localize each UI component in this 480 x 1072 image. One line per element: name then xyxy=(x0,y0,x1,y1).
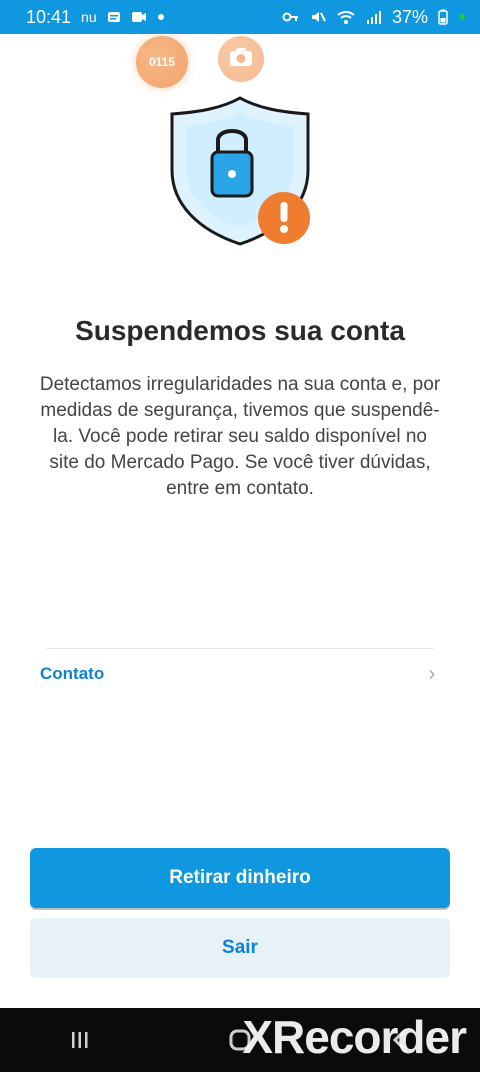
status-time: 10:41 xyxy=(26,6,72,27)
status-left: 10:41 nu xyxy=(26,7,165,28)
dot-icon xyxy=(157,13,165,21)
withdraw-money-label: Retirar dinheiro xyxy=(169,867,311,888)
chevron-right-icon[interactable]: › xyxy=(424,664,440,684)
green-dot-icon xyxy=(458,13,466,21)
camera-icon xyxy=(228,46,254,73)
divider xyxy=(46,648,434,649)
battery-icon xyxy=(438,9,448,25)
video-icon xyxy=(131,10,147,24)
xrecorder-watermark: XRecorder xyxy=(242,1011,467,1063)
page-title: Suspendemos sua conta xyxy=(75,315,405,346)
exit-button[interactable]: Sair xyxy=(30,918,450,978)
key-icon xyxy=(282,11,300,23)
contact-link[interactable]: Contato xyxy=(40,664,104,684)
security-illustration xyxy=(162,92,318,252)
status-bar: 10:41 nu 37% xyxy=(0,0,480,34)
status-right: 37% xyxy=(282,7,466,28)
system-nav-bar: XRecorder xyxy=(0,1008,480,1072)
floating-badge-text: 0115 xyxy=(148,55,176,69)
notification-icon xyxy=(107,10,121,24)
floating-badge: 0115 xyxy=(136,36,188,88)
wifi-icon xyxy=(336,9,356,25)
battery-percentage: 37% xyxy=(391,6,428,27)
withdraw-money-button[interactable]: Retirar dinheiro xyxy=(30,848,450,908)
contact-row[interactable]: Contato › xyxy=(40,658,440,690)
recent-apps-icon[interactable] xyxy=(67,1027,93,1053)
status-app-label: nu xyxy=(81,9,97,25)
signal-icon xyxy=(366,9,382,25)
mute-icon xyxy=(310,9,326,25)
camera-badge xyxy=(218,36,264,82)
exit-label: Sair xyxy=(222,937,258,958)
suspension-message: Detectamos irregularidades na sua conta … xyxy=(39,374,441,499)
